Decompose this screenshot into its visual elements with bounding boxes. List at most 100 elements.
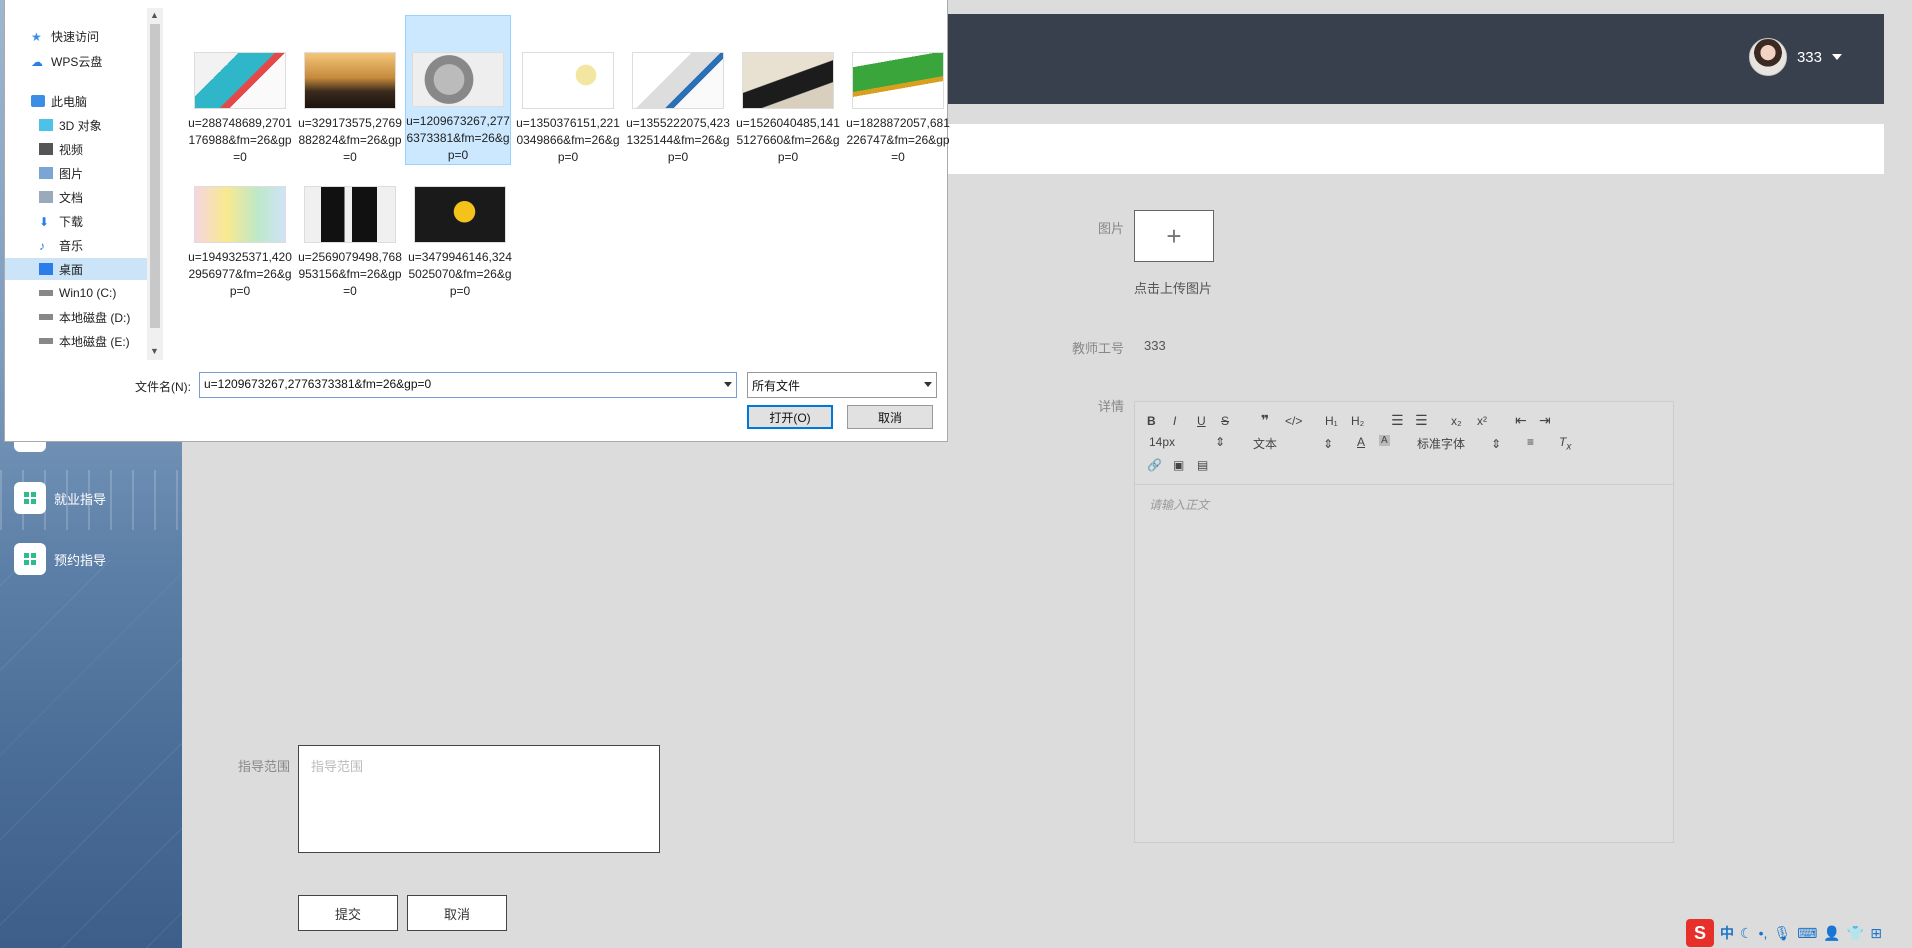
chevron-down-icon[interactable] (724, 382, 732, 387)
file-item-selected[interactable]: u=1209673267,2776373381&fm=26&gp=0 (405, 15, 511, 165)
strikethrough-icon[interactable]: S (1221, 414, 1229, 428)
nav-item-pictures[interactable]: 图片 (5, 162, 147, 184)
nav-item-drive-d[interactable]: 本地磁盘 (D:) (5, 306, 147, 328)
nav-item-desktop[interactable]: 桌面 (5, 258, 147, 280)
user-menu[interactable]: 333 (1748, 38, 1842, 76)
drive-icon (39, 290, 53, 296)
nav-item-drive-e[interactable]: 本地磁盘 (E:) (5, 330, 147, 352)
scope-label: 指导范围 (237, 759, 290, 774)
file-item[interactable]: u=329173575,2769882824&fm=26&gp=0 (297, 16, 403, 166)
scope-textarea[interactable]: 指导范围 (298, 745, 660, 853)
file-item[interactable]: u=288748689,2701176988&fm=26&gp=0 (187, 16, 293, 166)
keyboard-icon[interactable]: ⌨ (1797, 925, 1817, 942)
font-size-value: 14px (1149, 435, 1176, 449)
file-thumbnail (412, 52, 504, 107)
text-style-select[interactable]: 文本 ⇕ (1253, 435, 1333, 452)
file-name: u=2569079498,768953156&fm=26&gp=0 (298, 250, 402, 298)
navigation-scrollbar[interactable]: ▲ ▼ (147, 8, 163, 360)
superscript-icon[interactable]: x² (1477, 414, 1487, 428)
submit-button[interactable]: 提交 (298, 895, 398, 931)
nav-item-wps-cloud[interactable]: ☁ WPS云盘 (5, 50, 147, 72)
file-thumbnail (632, 52, 724, 109)
ime-toolbar: S 中 ☾ •, 🎙 ⌨ 👤 👕 ⊞ (1682, 918, 1912, 948)
editor-placeholder: 请输入正文 (1149, 498, 1210, 512)
image-icon[interactable]: ▣ (1173, 458, 1184, 472)
nav-item-documents[interactable]: 文档 (5, 186, 147, 208)
file-name: u=1355222075,4231325144&fm=26&gp=0 (626, 116, 730, 164)
computer-icon (31, 95, 45, 107)
sidebar-item-appointment-guidance[interactable]: 预约指导 (14, 543, 106, 575)
outdent-icon[interactable]: ⇤ (1515, 412, 1527, 429)
link-icon[interactable]: 🔗 (1147, 458, 1162, 472)
dialog-cancel-button[interactable]: 取消 (847, 405, 933, 429)
nav-item-downloads[interactable]: ⬇ 下载 (5, 210, 147, 232)
file-item[interactable]: u=2569079498,768953156&fm=26&gp=0 (297, 150, 403, 300)
font-size-select[interactable]: 14px ⇕ (1149, 435, 1225, 449)
nav-item-drive-c[interactable]: Win10 (C:) (5, 282, 147, 304)
punctuation-icon[interactable]: •, (1759, 925, 1768, 941)
plus-icon: + (1166, 220, 1182, 251)
filetype-select[interactable]: 所有文件 (747, 372, 937, 398)
align-icon[interactable]: ≡ (1527, 435, 1534, 449)
rich-text-editor[interactable]: B I U S ❞ </> H₁ H₂ ☰ ☰ x₂ x² ⇤ ⇥ 14px ⇕ … (1134, 401, 1674, 843)
file-item[interactable]: u=1355222075,4231325144&fm=26&gp=0 (625, 16, 731, 166)
indent-icon[interactable]: ⇥ (1539, 412, 1551, 429)
grid-icon (14, 543, 46, 575)
filetype-value: 所有文件 (752, 379, 801, 393)
file-item[interactable]: u=1949325371,4202956977&fm=26&gp=0 (187, 150, 293, 300)
file-thumbnail (194, 186, 286, 243)
file-item[interactable]: u=3479946146,3245025070&fm=26&gp=0 (407, 150, 513, 300)
nav-item-this-pc[interactable]: 此电脑 (5, 90, 147, 112)
underline-icon[interactable]: U (1197, 414, 1206, 428)
quote-icon[interactable]: ❞ (1261, 412, 1269, 429)
code-icon[interactable]: </> (1285, 414, 1302, 428)
sogou-logo-icon[interactable]: S (1686, 919, 1714, 947)
filename-input[interactable]: u=1209673267,2776373381&fm=26&gp=0 (199, 372, 737, 398)
subscript-icon[interactable]: x₂ (1451, 414, 1462, 428)
nav-label: 桌面 (59, 262, 84, 277)
grid-icon (14, 482, 46, 514)
nav-item-music[interactable]: ♪ 音乐 (5, 234, 147, 256)
file-item[interactable]: u=1828872057,681226747&fm=26&gp=0 (845, 16, 951, 166)
heading2-icon[interactable]: H₂ (1351, 414, 1364, 428)
ime-language-toggle[interactable]: 中 (1720, 923, 1734, 943)
user-icon[interactable]: 👤 (1823, 925, 1840, 942)
sidebar-item-employment-guidance[interactable]: 就业指导 (14, 482, 106, 514)
open-button[interactable]: 打开(O) (747, 405, 833, 429)
document-icon (39, 191, 53, 203)
file-item[interactable]: u=1526040485,1415127660&fm=26&gp=0 (735, 16, 841, 166)
bullet-list-icon[interactable]: ☰ (1415, 412, 1428, 429)
filename-label: 文件名(N): (135, 380, 191, 394)
toolbox-icon[interactable]: ⊞ (1870, 925, 1882, 942)
file-thumbnail (742, 52, 834, 109)
clear-format-icon[interactable]: Tx (1559, 435, 1571, 452)
italic-icon[interactable]: I (1173, 414, 1176, 428)
filename-value: u=1209673267,2776373381&fm=26&gp=0 (204, 377, 432, 391)
nav-label: 文档 (59, 190, 84, 205)
video-icon[interactable]: ▤ (1197, 458, 1208, 472)
bold-icon[interactable]: B (1147, 414, 1156, 428)
font-color-icon[interactable]: A (1357, 435, 1365, 449)
scroll-down-icon[interactable]: ▼ (150, 346, 159, 356)
select-arrows-icon: ⇕ (1491, 437, 1502, 451)
music-icon: ♪ (39, 239, 45, 253)
nav-item-3d-objects[interactable]: 3D 对象 (5, 114, 147, 136)
image-upload-button[interactable]: + (1134, 210, 1214, 262)
nav-item-videos[interactable]: 视频 (5, 138, 147, 160)
skin-icon[interactable]: 👕 (1847, 925, 1864, 942)
moon-icon[interactable]: ☾ (1740, 925, 1753, 942)
microphone-icon[interactable]: 🎙 (1773, 925, 1791, 942)
scroll-up-icon[interactable]: ▲ (150, 10, 159, 20)
video-icon (39, 143, 53, 155)
nav-item-quick-access[interactable]: ★ 快速访问 (5, 25, 147, 47)
heading1-icon[interactable]: H₁ (1325, 414, 1338, 428)
nav-label: 音乐 (59, 238, 84, 253)
background-color-icon[interactable]: A (1379, 435, 1390, 446)
font-family-select[interactable]: 标准字体 ⇕ (1417, 435, 1501, 452)
scroll-thumb[interactable] (150, 24, 160, 328)
download-icon: ⬇ (39, 215, 50, 229)
caret-down-icon (1832, 54, 1842, 60)
ordered-list-icon[interactable]: ☰ (1391, 412, 1404, 429)
file-item[interactable]: u=1350376151,2210349866&fm=26&gp=0 (515, 16, 621, 166)
cancel-button[interactable]: 取消 (407, 895, 507, 931)
